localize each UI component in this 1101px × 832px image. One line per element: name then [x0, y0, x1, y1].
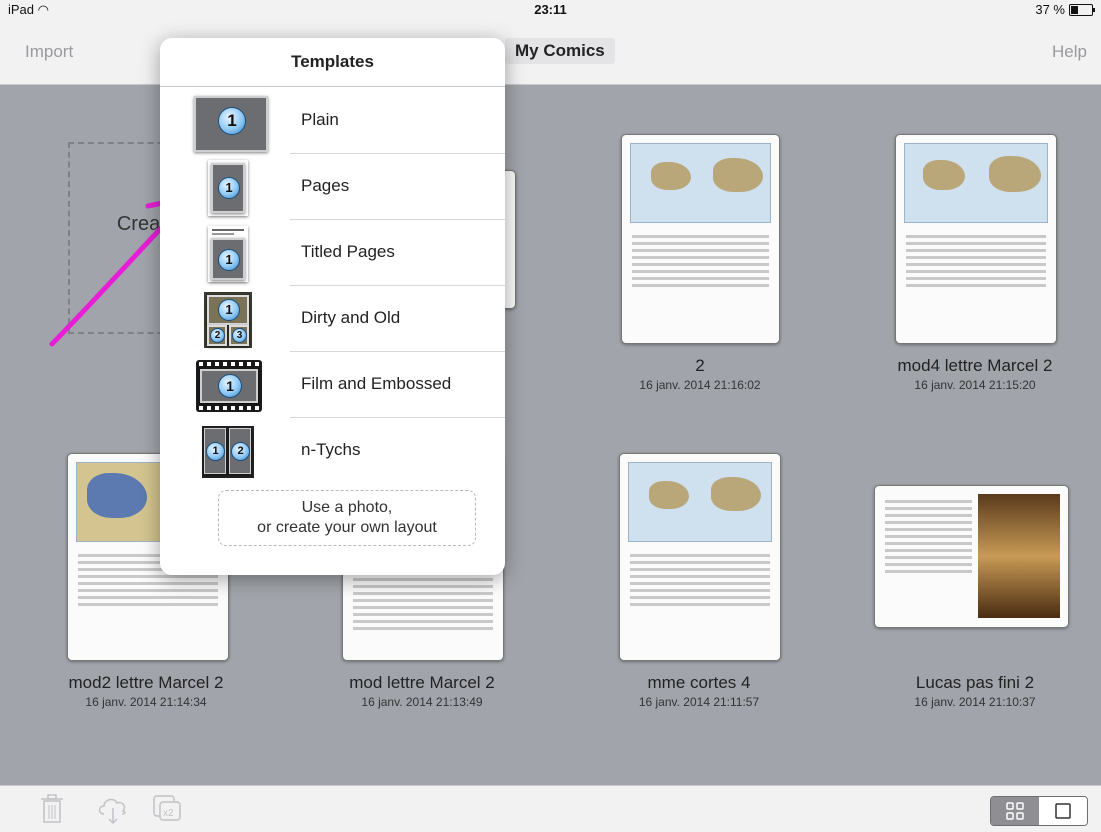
grid-view-icon	[1006, 802, 1024, 820]
template-titled-pages[interactable]: 1 Titled Pages	[160, 220, 505, 286]
duplicate-icon[interactable]: x2	[153, 795, 183, 823]
pages-template-icon: 1	[190, 160, 266, 216]
template-pages[interactable]: 1 Pages	[160, 154, 505, 220]
template-film-and-embossed[interactable]: 1 Film and Embossed	[160, 352, 505, 418]
grid-view-button[interactable]	[991, 797, 1039, 825]
titled-pages-template-icon: 1	[190, 226, 266, 282]
template-plain[interactable]: 1 Plain	[160, 88, 505, 154]
n-tychs-template-icon: 1 2	[190, 424, 266, 480]
single-view-icon	[1055, 803, 1071, 819]
divider	[160, 86, 505, 87]
template-label: Dirty and Old	[301, 308, 401, 327]
template-dirty-and-old[interactable]: 1 2 3 Dirty and Old	[160, 286, 505, 352]
popover-title: Templates	[291, 52, 374, 71]
cloud-upload-icon[interactable]	[96, 794, 130, 824]
use-photo-button[interactable]: Use a photo, or create your own layout	[218, 490, 476, 546]
template-label: Plain	[301, 110, 339, 129]
view-mode-toggle[interactable]	[990, 796, 1088, 826]
templates-popover: Templates 1 Plain 1 Pages 1 Titled Pages…	[160, 38, 505, 575]
plain-template-icon: 1	[190, 94, 268, 152]
template-n-tychs[interactable]: 1 2 n-Tychs	[160, 418, 505, 484]
trash-icon[interactable]	[40, 794, 64, 824]
bottom-toolbar: x2	[0, 785, 1101, 832]
template-label: Film and Embossed	[301, 374, 452, 393]
photo-button-line2: or create your own layout	[257, 519, 437, 536]
svg-text:x2: x2	[163, 808, 174, 819]
template-label: Pages	[301, 176, 350, 195]
film-embossed-template-icon: 1	[190, 358, 266, 414]
dirty-old-template-icon: 1 2 3	[190, 292, 266, 348]
template-label: n-Tychs	[301, 440, 361, 459]
single-view-button[interactable]	[1039, 797, 1087, 825]
template-label: Titled Pages	[301, 242, 395, 261]
photo-button-line1: Use a photo,	[301, 499, 393, 516]
